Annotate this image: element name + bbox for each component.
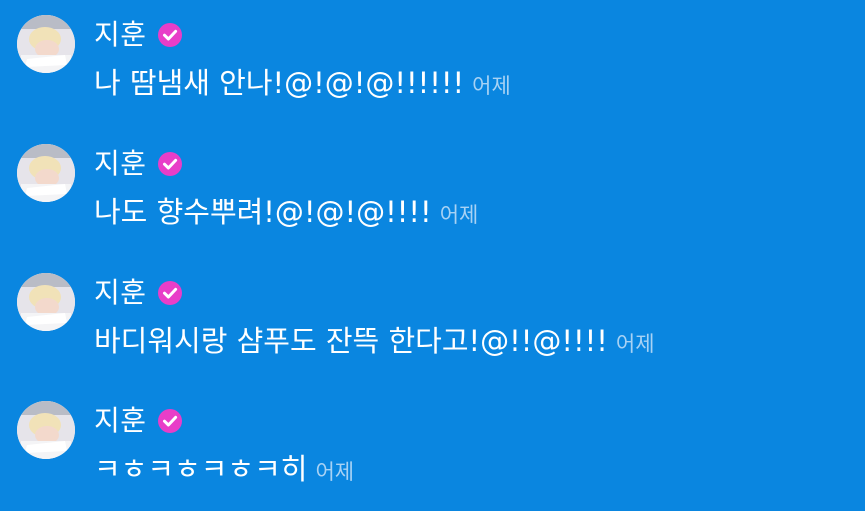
chat-message[interactable]: 지훈 나도 향수뿌려!@!@!@!!!! 어제 (17, 144, 857, 254)
verified-check-icon (157, 152, 182, 176)
message-timestamp: 어제 (472, 74, 511, 98)
avatar-photo (17, 273, 75, 331)
message-text: 나도 향수뿌려!@!@!@!!!! (94, 195, 432, 229)
message-timestamp: 어제 (615, 332, 655, 356)
chat-message[interactable]: 지훈 바디워시랑 샴푸도 잔뜩 한다고!@!!@!!!! 어제 (17, 273, 857, 383)
avatar-photo (17, 144, 75, 202)
avatar-photo (17, 401, 75, 459)
verified-check-icon (157, 409, 182, 433)
avatar[interactable] (17, 144, 75, 202)
message-text: ㅋㅎㅋㅎㅋㅎㅋ히 (94, 452, 308, 486)
avatar[interactable] (17, 273, 75, 331)
chat-message[interactable]: 지훈 나 땀냄새 안나!@!@!@!!!!!! 어제 (17, 15, 857, 125)
chat-message-list: 지훈 나 땀냄새 안나!@!@!@!!!!!! 어제 지훈 나도 향수뿌려!@!… (0, 0, 865, 511)
sender-name: 지훈 (94, 147, 147, 180)
verified-check-icon (157, 23, 182, 47)
message-text: 바디워시랑 샴푸도 잔뜩 한다고!@!!@!!!! (94, 324, 608, 358)
message-timestamp: 어제 (439, 203, 479, 227)
sender-name: 지훈 (94, 18, 147, 51)
avatar[interactable] (17, 15, 75, 73)
message-text: 나 땀냄새 안나!@!@!@!!!!!! (94, 66, 465, 100)
avatar[interactable] (17, 401, 75, 459)
verified-check-icon (157, 281, 182, 305)
chat-message[interactable]: 지훈 ㅋㅎㅋㅎㅋㅎㅋ히 어제 (17, 401, 857, 511)
message-timestamp: 어제 (315, 460, 355, 484)
avatar-photo (17, 15, 75, 73)
sender-name: 지훈 (94, 276, 147, 309)
sender-name: 지훈 (94, 404, 147, 437)
